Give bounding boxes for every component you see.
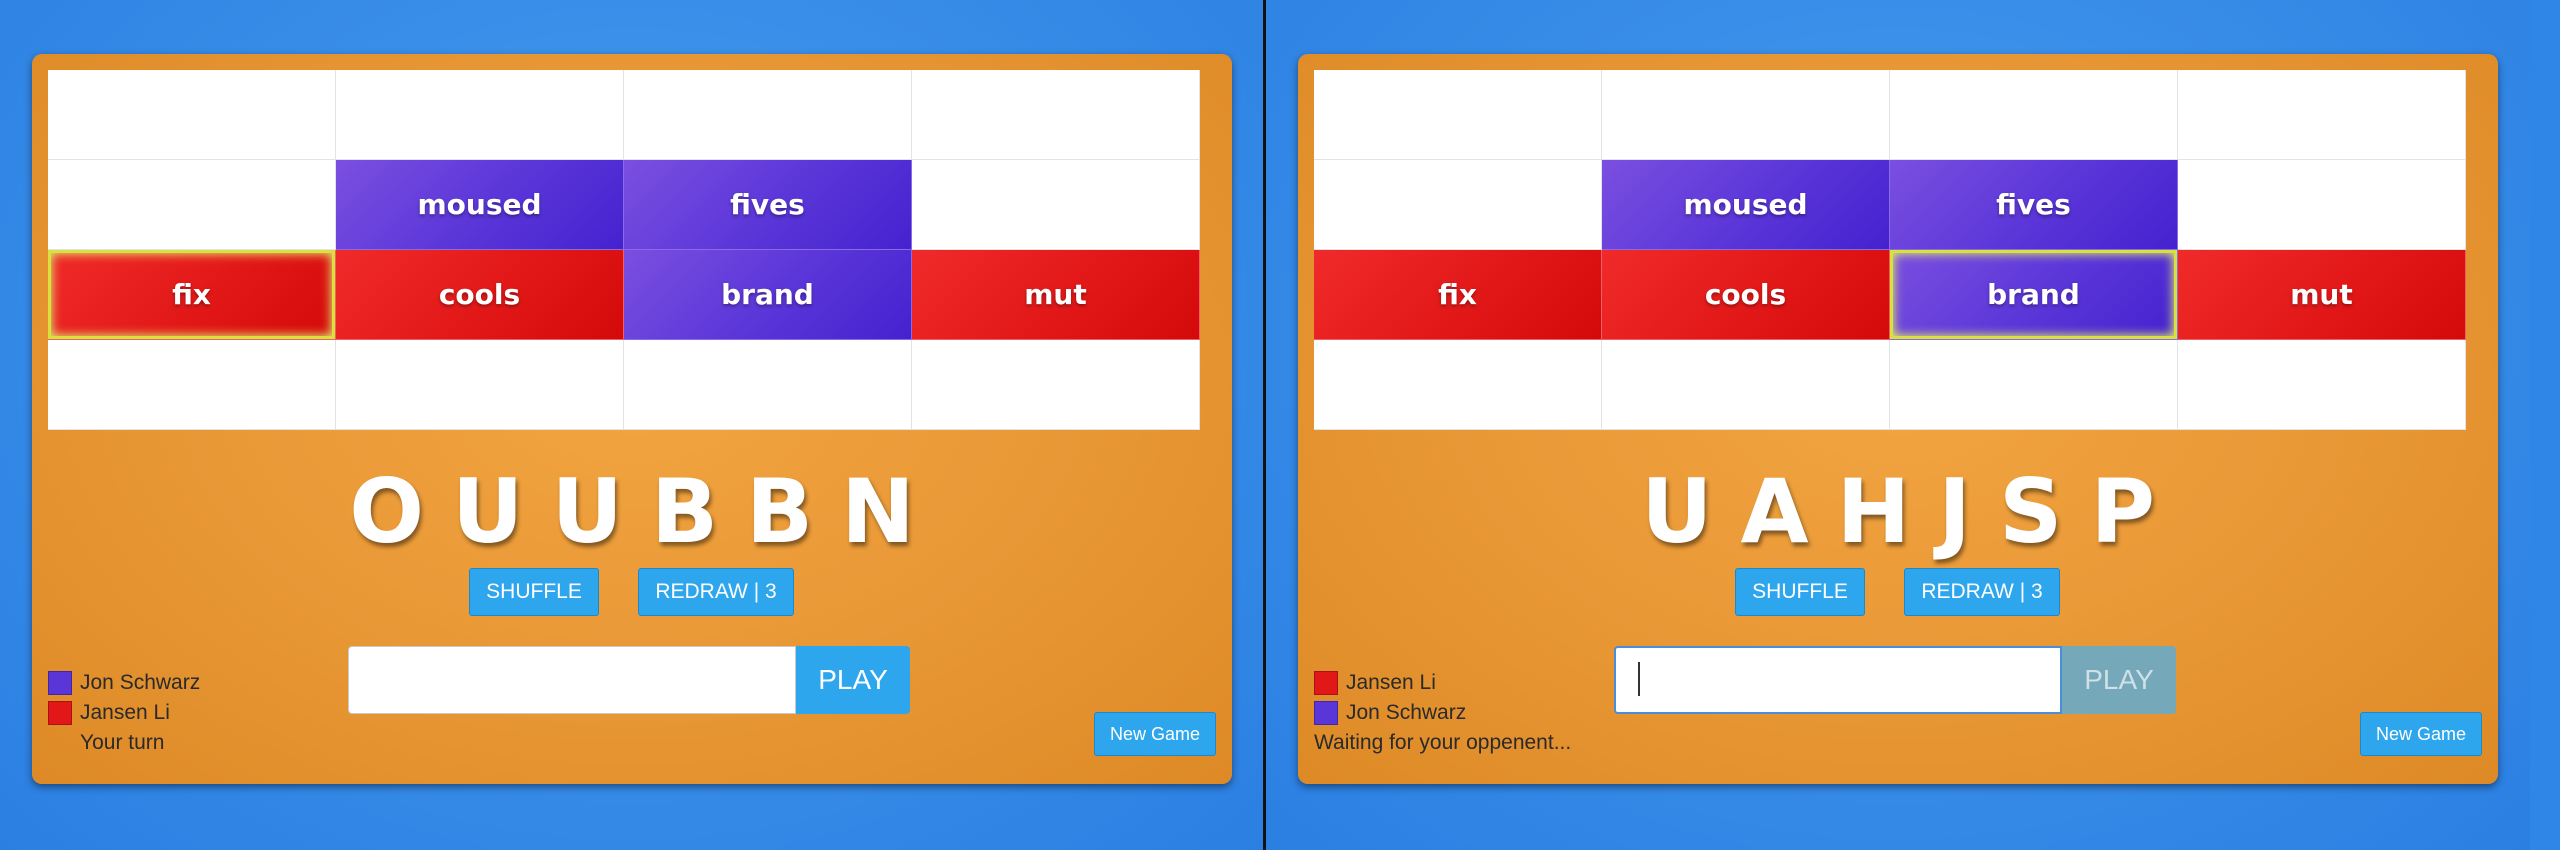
letter-tile[interactable]: S (1999, 462, 2062, 562)
board-cell-empty[interactable] (624, 70, 912, 160)
turn-status: Your turn (80, 731, 165, 754)
word-input[interactable] (1614, 646, 2062, 714)
shuffle-button[interactable]: SHUFFLE (469, 568, 599, 616)
word-input[interactable] (348, 646, 796, 714)
letter-tile[interactable]: B (746, 462, 813, 562)
letter-tile[interactable]: U (552, 462, 623, 562)
board-cell-empty[interactable] (2178, 340, 2466, 430)
word-grid: moused fives fix cools brand mut (48, 70, 1200, 430)
player-name: Jansen Li (1346, 671, 1436, 694)
player-name: Jon Schwarz (1346, 701, 1467, 724)
board-tile[interactable]: moused (1602, 160, 1890, 250)
letter-tile[interactable]: N (841, 462, 915, 562)
play-button[interactable]: PLAY (2062, 646, 2176, 714)
board-tile[interactable]: fix (1314, 250, 1602, 340)
board-cell-empty[interactable] (912, 160, 1200, 250)
letter-tile[interactable]: U (1641, 462, 1712, 562)
board-tile[interactable]: mut (912, 250, 1200, 340)
player-entry: Jansen Li (48, 698, 200, 728)
board-cell-empty[interactable] (336, 340, 624, 430)
game-board-panel: moused fives fix cools brand mut UAHJSP SHUFF… (1298, 54, 2498, 784)
redraw-button[interactable]: REDRAW | 3 (1904, 568, 2060, 616)
word-input-wrapper (1614, 646, 2062, 714)
board-tile[interactable]: fix (48, 250, 336, 340)
new-game-button[interactable]: New Game (2360, 712, 2482, 756)
new-game-button[interactable]: New Game (1094, 712, 1216, 756)
board-tile[interactable]: mut (2178, 250, 2466, 340)
board-tile[interactable]: fives (1890, 160, 2178, 250)
board-cell-empty[interactable] (336, 70, 624, 160)
player-name: Jon Schwarz (80, 671, 201, 694)
board-tile[interactable]: fives (624, 160, 912, 250)
player-list: Jansen Li Jon Schwarz Waiting for your o… (1314, 668, 1571, 758)
board-cell-empty[interactable] (1602, 70, 1890, 160)
letter-tile[interactable]: U (452, 462, 523, 562)
shuffle-button[interactable]: SHUFFLE (1735, 568, 1865, 616)
board-cell-empty[interactable] (1314, 340, 1602, 430)
player-color-swatch (48, 701, 72, 725)
player-entry: Jon Schwarz (1314, 698, 1571, 728)
player-color-swatch (1314, 671, 1338, 695)
player-color-swatch (48, 671, 72, 695)
word-grid: moused fives fix cools brand mut (1314, 70, 2466, 430)
player-color-swatch (1314, 701, 1338, 725)
player-view-left: moused fives fix cools brand mut OUUBBN SHUFF… (0, 0, 1264, 850)
board-tile[interactable]: brand (624, 250, 912, 340)
board-cell-empty[interactable] (912, 340, 1200, 430)
redraw-button[interactable]: REDRAW | 3 (638, 568, 794, 616)
letter-tile[interactable]: H (1837, 462, 1911, 562)
game-board-panel: moused fives fix cools brand mut OUUBBN SHUFF… (32, 54, 1232, 784)
player-entry: Jansen Li (1314, 668, 1571, 698)
letter-tile[interactable]: O (349, 462, 424, 562)
board-cell-empty[interactable] (48, 160, 336, 250)
board-cell-empty[interactable] (48, 340, 336, 430)
board-tile[interactable]: cools (1602, 250, 1890, 340)
board-cell-empty[interactable] (1602, 340, 1890, 430)
board-cell-empty[interactable] (2178, 70, 2466, 160)
board-tile[interactable]: moused (336, 160, 624, 250)
player-entry: Jon Schwarz (48, 668, 200, 698)
player-list: Jon Schwarz Jansen Li Your turn (48, 668, 200, 758)
board-cell-empty[interactable] (624, 340, 912, 430)
board-cell-empty[interactable] (2178, 160, 2466, 250)
letter-tile[interactable]: B (651, 462, 718, 562)
board-tile[interactable]: cools (336, 250, 624, 340)
letter-tile[interactable]: J (1938, 462, 1971, 562)
board-tile[interactable]: brand (1890, 250, 2178, 340)
board-cell-empty[interactable] (912, 70, 1200, 160)
letter-rack: OUUBBN (32, 462, 1232, 562)
letter-tile[interactable]: A (1741, 462, 1809, 562)
letter-rack: UAHJSP (1298, 462, 2498, 562)
board-cell-empty[interactable] (1890, 70, 2178, 160)
player-name: Jansen Li (80, 701, 170, 724)
board-cell-empty[interactable] (1314, 160, 1602, 250)
letter-tile[interactable]: P (2090, 462, 2155, 562)
board-cell-empty[interactable] (1890, 340, 2178, 430)
board-cell-empty[interactable] (1314, 70, 1602, 160)
turn-status: Waiting for your oppenent... (1314, 731, 1572, 754)
player-view-right: moused fives fix cools brand mut UAHJSP SHUFF… (1266, 0, 2530, 850)
play-button[interactable]: PLAY (796, 646, 910, 714)
text-caret (1638, 662, 1640, 696)
board-cell-empty[interactable] (48, 70, 336, 160)
